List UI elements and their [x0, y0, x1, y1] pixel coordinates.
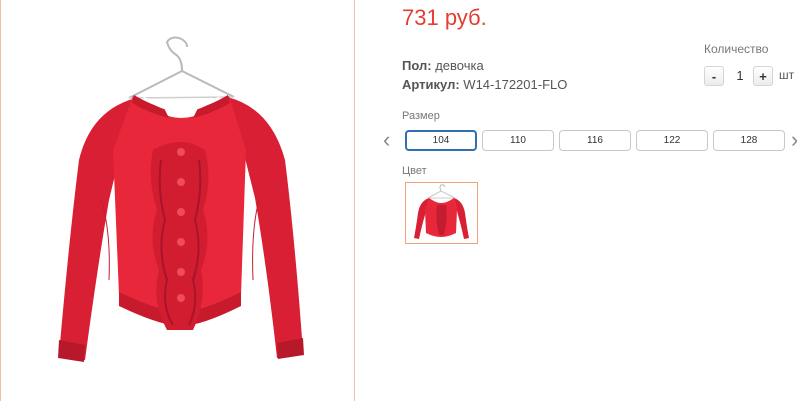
property-sku: Артикул: W14-172201-FLO: [402, 75, 567, 94]
size-label: Размер: [402, 110, 440, 122]
property-value: W14-172201-FLO: [463, 77, 568, 92]
cardigan-thumbnail: [414, 184, 469, 239]
quantity-label: Количество: [704, 42, 769, 56]
hanger-graphic: [128, 36, 235, 99]
product-image-panel: [0, 0, 355, 401]
quantity-increase-button[interactable]: +: [753, 66, 773, 86]
color-swatch-red[interactable]: [405, 182, 478, 244]
cardigan-graphic: [58, 95, 304, 362]
property-gender: Пол: девочка: [402, 56, 567, 75]
quantity-unit: шт: [779, 68, 795, 82]
color-label: Цвет: [402, 165, 427, 177]
quantity-value[interactable]: 1: [730, 66, 750, 86]
size-option-122[interactable]: 122: [636, 130, 708, 151]
size-option-104[interactable]: 104: [405, 130, 477, 151]
product-properties: Пол: девочка Артикул: W14-172201-FLO: [402, 56, 567, 94]
product-price: 731 руб.: [402, 5, 487, 30]
size-option-128[interactable]: 128: [713, 130, 785, 151]
quantity-decrease-button[interactable]: -: [704, 66, 724, 86]
cardigan-image[interactable]: [1, 0, 356, 401]
property-key: Пол:: [402, 58, 432, 73]
size-option-110[interactable]: 110: [482, 130, 554, 151]
size-prev-arrow-icon[interactable]: ‹: [383, 129, 390, 151]
size-next-arrow-icon[interactable]: ›: [791, 129, 797, 151]
product-page: 731 руб. Пол: девочка Артикул: W14-17220…: [0, 0, 797, 401]
property-value: девочка: [435, 58, 484, 73]
property-key: Артикул:: [402, 77, 460, 92]
size-option-116[interactable]: 116: [559, 130, 631, 151]
